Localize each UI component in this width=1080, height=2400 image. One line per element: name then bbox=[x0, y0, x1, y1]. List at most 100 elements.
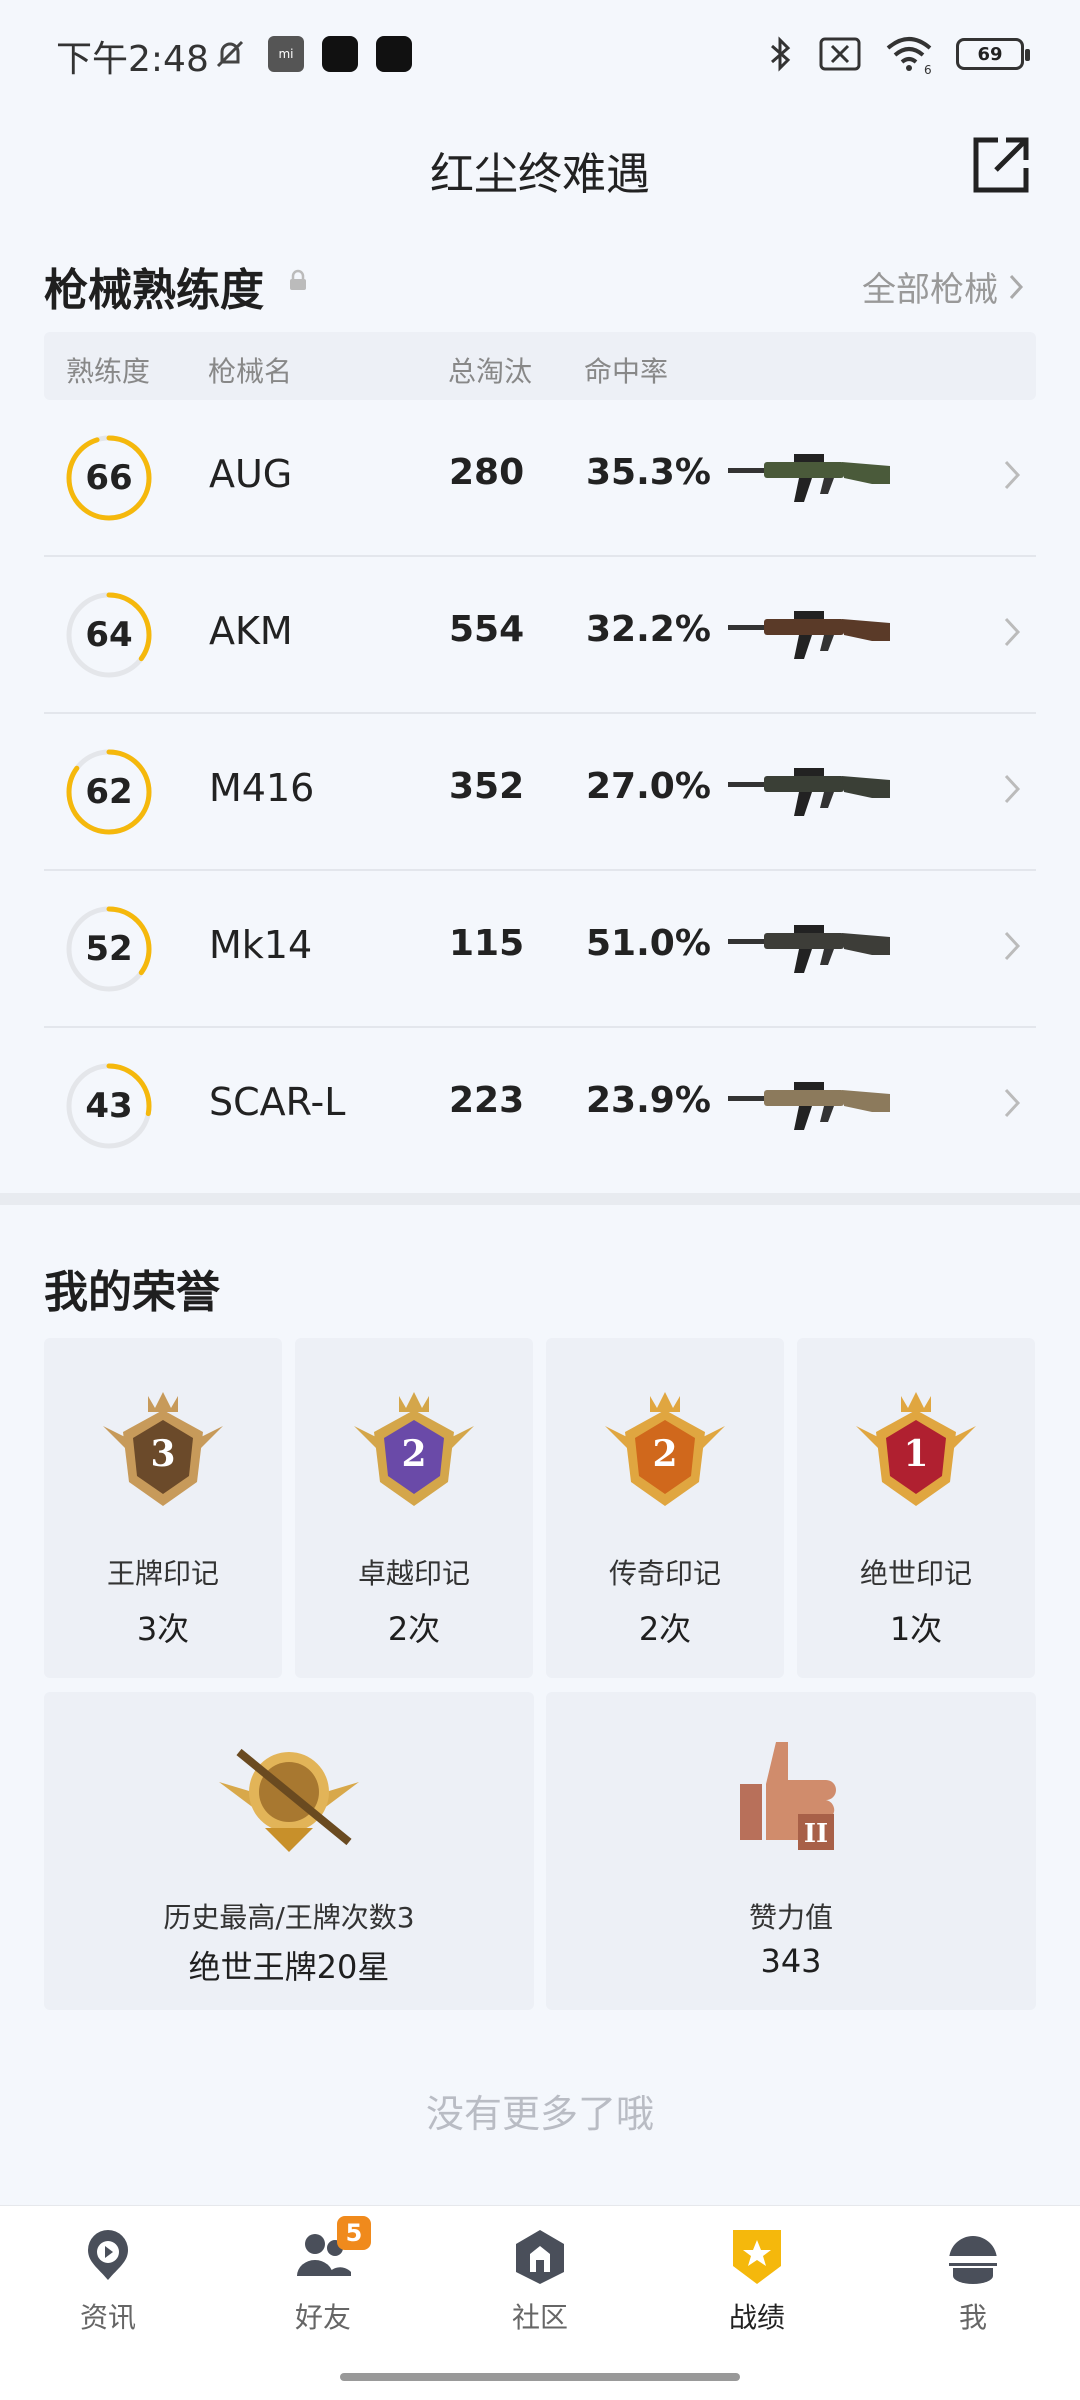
gun-name: AUG bbox=[209, 452, 293, 496]
svg-text:2: 2 bbox=[401, 1433, 426, 1475]
gun-hit-rate: 35.3% bbox=[586, 452, 711, 493]
all-guns-link[interactable]: 全部枪械 bbox=[862, 262, 1024, 311]
likes-card[interactable]: II 赞力值 343 bbox=[546, 1692, 1036, 2010]
nav-label-profile: 我 bbox=[958, 2301, 987, 2334]
gun-kills: 554 bbox=[449, 609, 525, 650]
community-icon bbox=[516, 2230, 564, 2284]
app-page: 下午2:48 mi 6 69 红尘终难遇 枪械熟练度 全部枪械 熟练度 枪械名 … bbox=[0, 0, 1080, 2400]
rifle-icon bbox=[728, 454, 890, 502]
column-header-hit-rate: 命中率 bbox=[584, 355, 669, 388]
highest-rank-card[interactable]: 历史最高/王牌次数3 绝世王牌20星 bbox=[44, 1692, 534, 2010]
gun-kills: 115 bbox=[449, 923, 525, 964]
record-icon bbox=[733, 2230, 781, 2284]
notification-app-icon-2 bbox=[376, 36, 412, 72]
peerless-mark-card[interactable]: 1 绝世印记 1次 bbox=[797, 1338, 1035, 1678]
stat-label: 赞力值 bbox=[748, 1901, 833, 1934]
battery-indicator: 69 bbox=[956, 38, 1030, 70]
gun-name: Mk14 bbox=[209, 923, 313, 967]
page-header: 红尘终难遇 bbox=[0, 110, 1080, 220]
status-right-icons: 6 69 bbox=[766, 34, 1030, 74]
mastery-value: 62 bbox=[85, 772, 133, 812]
chevron-right-icon bbox=[1004, 931, 1021, 961]
nav-label-record: 战绩 bbox=[728, 2301, 785, 2334]
gun-row[interactable]: 52 Mk14 115 51.0% bbox=[44, 871, 1036, 1028]
gun-hit-rate: 27.0% bbox=[586, 766, 711, 807]
excellent-mark-card[interactable]: 2 卓越印记 2次 bbox=[295, 1338, 533, 1678]
svg-text:3: 3 bbox=[150, 1433, 175, 1475]
chevron-right-icon bbox=[1004, 1088, 1021, 1118]
thumbs-up-icon: II bbox=[740, 1742, 836, 1850]
lock-icon bbox=[290, 269, 306, 290]
nav-item-news[interactable]: 资讯 bbox=[38, 2226, 178, 2336]
gun-kills: 352 bbox=[449, 766, 525, 807]
gun-hit-rate: 51.0% bbox=[586, 923, 711, 964]
mastery-section-title: 枪械熟练度 bbox=[44, 265, 264, 316]
svg-text:1: 1 bbox=[903, 1433, 928, 1475]
legend-mark-card[interactable]: 2 传奇印记 2次 bbox=[546, 1338, 784, 1678]
mastery-value: 43 bbox=[85, 1086, 133, 1126]
gun-name: AKM bbox=[209, 609, 293, 653]
stat-value: 343 bbox=[760, 1942, 822, 1980]
gun-kills: 223 bbox=[449, 1080, 525, 1121]
gun-row[interactable]: 43 SCAR-L 223 23.9% bbox=[44, 1028, 1036, 1185]
chevron-right-icon bbox=[1004, 460, 1021, 490]
mute-bell-icon bbox=[216, 40, 244, 68]
status-time: 下午2:48 bbox=[56, 39, 209, 80]
svg-text:II: II bbox=[804, 1819, 828, 1849]
mark-count: 3次 bbox=[136, 1610, 190, 1648]
chevron-right-icon bbox=[1004, 774, 1021, 804]
mark-badge-icon: 1 bbox=[856, 1392, 976, 1506]
mark-label: 传奇印记 bbox=[608, 1557, 721, 1590]
gun-hit-rate: 23.9% bbox=[586, 1080, 711, 1121]
mastery-value: 64 bbox=[85, 615, 133, 655]
stat-value: 绝世王牌20星 bbox=[188, 1948, 390, 1986]
svg-text:6: 6 bbox=[924, 63, 932, 74]
gun-row[interactable]: 62 M416 352 27.0% bbox=[44, 714, 1036, 871]
gun-name: M416 bbox=[209, 766, 315, 810]
gun-hit-rate: 32.2% bbox=[586, 609, 711, 650]
ace-mark-card[interactable]: 3 王牌印记 3次 bbox=[44, 1338, 282, 1678]
chevron-right-icon bbox=[1004, 617, 1021, 647]
gun-kills: 280 bbox=[449, 452, 525, 493]
rank-badge-icon bbox=[219, 1748, 359, 1852]
rifle-icon bbox=[728, 611, 890, 659]
mark-badge-icon: 2 bbox=[354, 1392, 474, 1506]
share-icon[interactable] bbox=[970, 134, 1032, 196]
column-header-gun-name: 枪械名 bbox=[208, 355, 293, 388]
column-header-kills: 总淘汰 bbox=[448, 355, 533, 388]
mark-count: 2次 bbox=[387, 1610, 441, 1648]
column-header-mastery: 熟练度 bbox=[66, 355, 151, 388]
mi-app-icon: mi bbox=[268, 36, 304, 72]
nav-item-friends[interactable]: 5 好友 bbox=[253, 2216, 393, 2336]
svg-text:2: 2 bbox=[652, 1433, 677, 1475]
gun-row[interactable]: 66 AUG 280 35.3% bbox=[44, 400, 1036, 557]
nav-item-community[interactable]: 社区 bbox=[470, 2226, 610, 2336]
news-icon bbox=[88, 2230, 128, 2280]
rifle-icon bbox=[728, 768, 890, 816]
chevron-right-icon bbox=[1009, 274, 1024, 299]
gun-name: SCAR-L bbox=[209, 1080, 346, 1124]
nav-item-record[interactable]: 战绩 bbox=[687, 2226, 827, 2336]
status-left-icons: mi bbox=[210, 34, 412, 74]
mastery-table-header: 熟练度 枪械名 总淘汰 命中率 bbox=[44, 332, 1036, 400]
home-indicator[interactable] bbox=[340, 2373, 740, 2381]
honor-section-title: 我的荣誉 bbox=[44, 1267, 220, 1318]
wifi-icon: 6 bbox=[886, 37, 932, 74]
gun-row[interactable]: 64 AKM 554 32.2% bbox=[44, 557, 1036, 714]
nav-label-community: 社区 bbox=[511, 2301, 568, 2334]
bluetooth-icon bbox=[771, 36, 791, 72]
nav-label-friends: 好友 bbox=[294, 2301, 351, 2334]
mark-label: 王牌印记 bbox=[106, 1557, 219, 1590]
nav-item-profile[interactable]: 我 bbox=[903, 2226, 1043, 2336]
section-divider bbox=[0, 1193, 1080, 1205]
mark-count: 2次 bbox=[638, 1610, 692, 1648]
sim-disabled-icon bbox=[819, 37, 861, 71]
friends-badge: 5 bbox=[337, 2216, 371, 2250]
bottom-nav: 资讯 5 好友 社区 战绩 我 bbox=[0, 2205, 1080, 2400]
mark-badge-icon: 2 bbox=[605, 1392, 725, 1506]
mark-label: 卓越印记 bbox=[357, 1557, 470, 1590]
notification-app-icon bbox=[322, 36, 358, 72]
mark-badge-icon: 3 bbox=[103, 1392, 223, 1506]
page-title: 红尘终难遇 bbox=[430, 149, 650, 200]
nav-label-news: 资讯 bbox=[79, 2301, 136, 2334]
